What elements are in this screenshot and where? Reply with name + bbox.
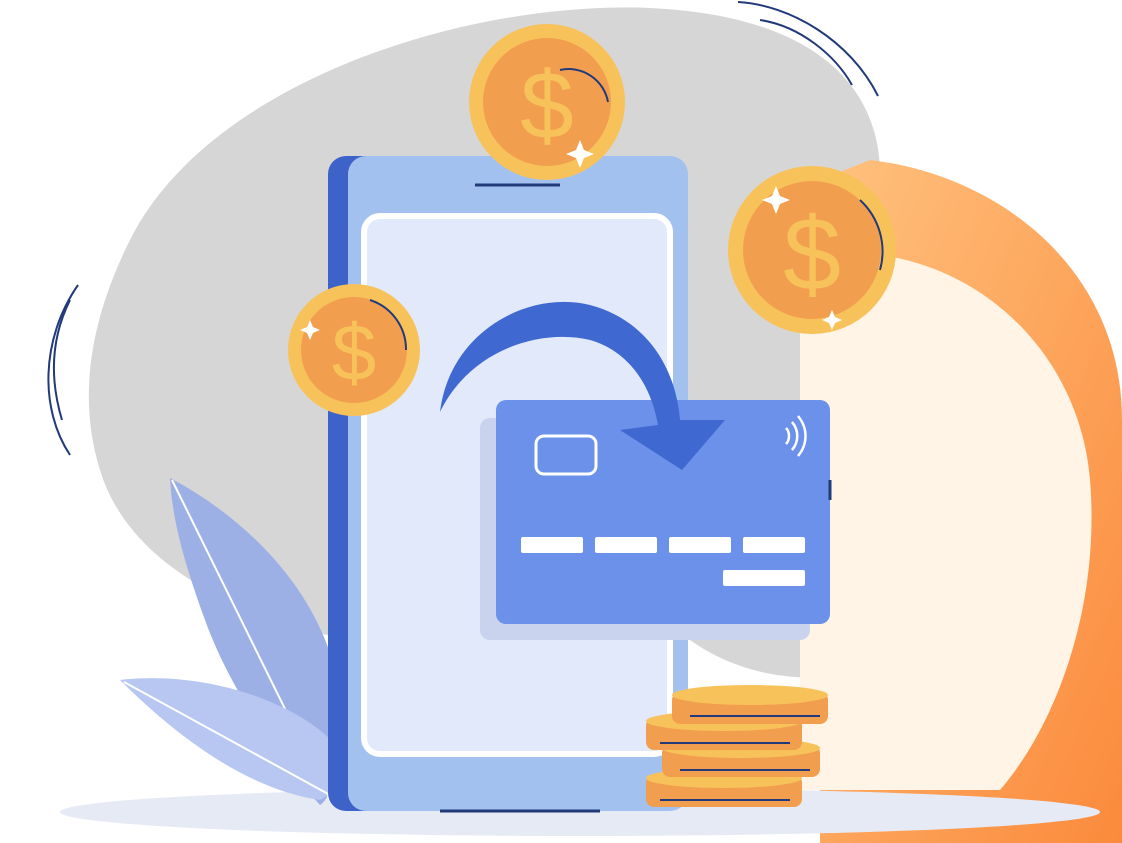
coin-stack bbox=[646, 685, 828, 807]
dollar-coin-icon: $ bbox=[469, 24, 625, 180]
dollar-coin-icon: $ bbox=[288, 284, 420, 416]
coin-symbol: $ bbox=[332, 308, 377, 397]
payment-illustration: $ $ $ bbox=[47, 1, 1122, 843]
motion-lines-left bbox=[47, 284, 79, 456]
dollar-coin-icon: $ bbox=[728, 166, 896, 334]
coin-symbol: $ bbox=[520, 52, 573, 159]
coin-symbol: $ bbox=[783, 197, 841, 313]
